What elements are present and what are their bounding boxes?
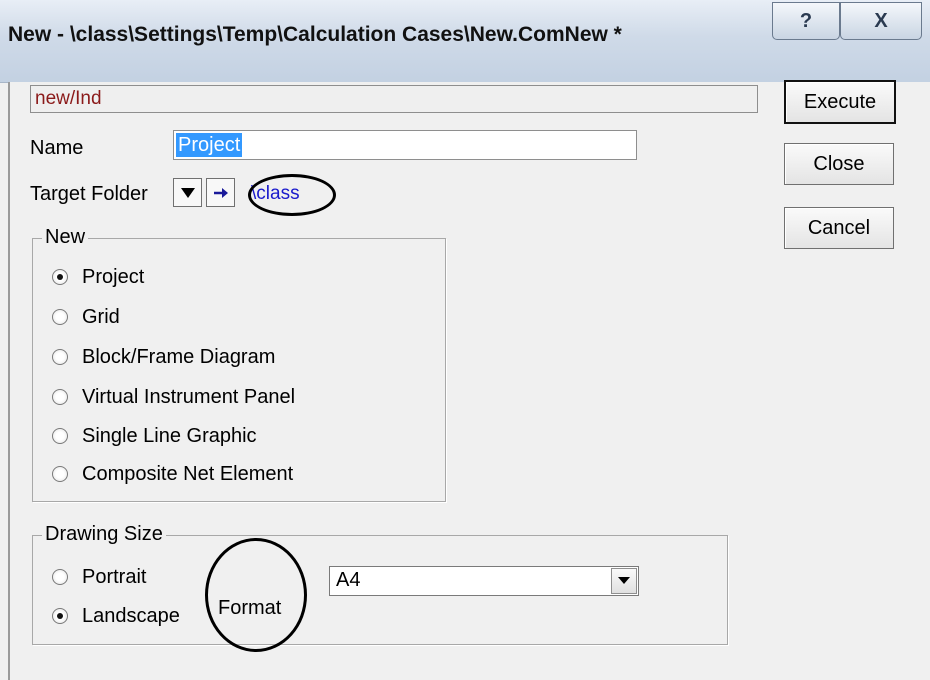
format-select-dropdown-button[interactable] [611,568,637,594]
radio-label: Landscape [82,605,180,627]
title-bar: New - \class\Settings\Temp\Calculation C… [0,0,930,83]
radio-button[interactable] [52,269,68,285]
target-folder-dropdown-button[interactable] [173,178,202,207]
execute-button[interactable]: Execute [784,80,896,124]
radio-button[interactable] [52,608,68,624]
triangle-down-icon [618,577,630,584]
radio-label: Grid [82,306,120,328]
help-button[interactable]: ? [772,2,840,40]
new-group-title: New [42,226,89,249]
name-input[interactable]: Project [173,130,637,160]
radio-button[interactable] [52,466,68,482]
arrow-right-icon [213,187,228,198]
annotation-ellipse [205,538,307,652]
radio-button[interactable] [52,309,68,325]
radio-label: Portrait [82,566,147,588]
target-folder-label: Target Folder [30,183,148,205]
window-title: New - \class\Settings\Temp\Calculation C… [8,23,622,46]
cancel-button[interactable]: Cancel [784,207,894,249]
radio-label: Composite Net Element [82,463,294,485]
radio-button[interactable] [52,428,68,444]
window-close-button[interactable]: X [840,2,922,40]
radio-button[interactable] [52,569,68,585]
path-field: new/Ind [30,85,758,113]
format-select[interactable]: A4 [329,566,639,596]
target-folder-navigate-button[interactable] [206,178,235,207]
radio-label: Block/Frame Diagram [82,346,276,368]
triangle-down-icon [180,187,195,198]
help-icon: ? [799,9,813,32]
format-select-value: A4 [336,569,361,591]
name-input-value: Project [176,133,243,157]
radio-button[interactable] [52,349,68,365]
radio-button[interactable] [52,389,68,405]
close-icon: X [874,9,888,32]
close-button[interactable]: Close [784,143,894,185]
radio-label: Single Line Graphic [82,425,257,447]
annotation-ellipse [248,174,336,216]
radio-label: Project [82,266,145,288]
drawing-size-title: Drawing Size [42,523,166,546]
name-label: Name [30,137,84,159]
radio-label: Virtual Instrument Panel [82,386,296,408]
